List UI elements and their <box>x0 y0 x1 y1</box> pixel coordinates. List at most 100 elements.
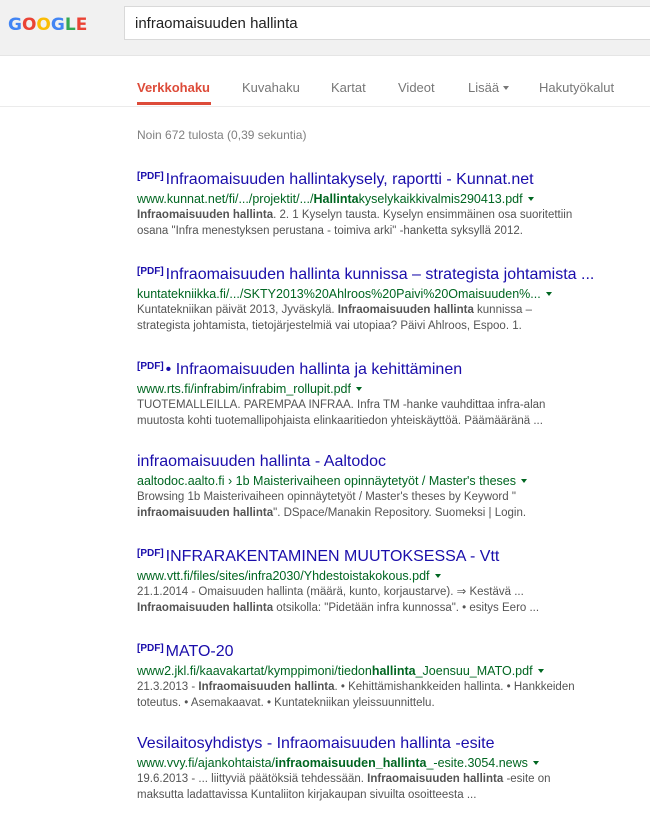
result-url: www2.jkl.fi/kaavakartat/kymppimoni/tiedo… <box>137 663 647 679</box>
result-snippet: Kuntatekniikan päivät 2013, Jyväskylä. I… <box>137 302 647 334</box>
result-title-link[interactable]: Vesilaitosyhdistys - Infraomaisuuden hal… <box>137 733 647 755</box>
url-highlight: hallinta <box>371 664 416 678</box>
url-text: kuntatekniikka.fi/.../SKTY2013%20Ahlroos… <box>137 287 541 301</box>
search-result: [PDF] • Infraomaisuuden hallinta ja kehit… <box>137 356 647 429</box>
tab-lisaa[interactable]: Lisää <box>468 80 510 95</box>
snippet-text: . • Kehittämishankkeiden hallinta. • Han… <box>334 681 575 693</box>
result-url: www.vvy.fi/ajankohtaista/infraomaisuuden… <box>137 755 647 771</box>
caret-down-icon[interactable] <box>545 292 552 296</box>
result-title: Infraomaisuuden hallintakysely, raportti… <box>165 171 534 188</box>
result-title-link[interactable]: [PDF] MATO-20 <box>137 638 647 663</box>
result-snippet: 19.6.2013 - ... liittyviä päätöksiä tehd… <box>137 771 647 803</box>
snippet-highlight: Infraomaisuuden hallinta <box>198 681 335 693</box>
caret-down-icon[interactable] <box>527 197 534 201</box>
snippet-text: -esite on <box>503 773 551 785</box>
url-text: www.rts.fi/infrabim/infrabim_rollupit.pd… <box>137 382 351 396</box>
logo-letter: O <box>21 15 37 35</box>
snippet-text: maksutta ladattavissa Kuntaliiton kirjak… <box>137 789 477 801</box>
caret-down-icon[interactable] <box>537 669 544 673</box>
pdf-badge: [PDF] <box>137 548 164 559</box>
result-url: www.vtt.fi/files/sites/infra2030/Yhdesto… <box>137 568 647 584</box>
result-stats: Noin 672 tulosta (0,39 sekuntia) <box>137 128 307 142</box>
tab-verkkohaku[interactable]: Verkkohaku <box>137 80 210 95</box>
snippet-text: TUOTEMALLEILLA. PAREMPAA INFRAA. Infra T… <box>137 399 546 411</box>
result-title: INFRARAKENTAMINEN MUUTOKSESSA - Vtt <box>165 548 500 565</box>
search-result: [PDF] MATO-20 www2.jkl.fi/kaavakartat/kym… <box>137 638 647 711</box>
snippet-text: 19.6.2013 - ... liittyviä päätöksiä tehd… <box>137 773 368 785</box>
search-tabs: Verkkohaku Kuvahaku Kartat Videot Lisää … <box>0 56 650 107</box>
result-title-link[interactable]: [PDF] Infraomaisuuden hallinta kunnissa –… <box>137 261 647 286</box>
snippet-text: . 2. 1 Kyselyn tausta. Kyselyn ensimmäin… <box>273 209 573 221</box>
result-title: Infraomaisuuden hallinta kunnissa – stra… <box>165 266 595 283</box>
result-title: • Infraomaisuuden hallinta ja kehittämin… <box>165 361 463 378</box>
search-result: Vesilaitosyhdistys - Infraomaisuuden hal… <box>137 733 647 803</box>
snippet-text: Kuntatekniikan päivät 2013, Jyväskylä. <box>137 304 338 316</box>
search-result: [PDF] INFRARAKENTAMINEN MUUTOKSESSA - Vtt… <box>137 543 647 616</box>
tab-kuvahaku[interactable]: Kuvahaku <box>242 80 300 95</box>
result-snippet: 21.1.2014 - Omaisuuden hallinta (määrä, … <box>137 584 647 616</box>
result-url: aaltodoc.aalto.fi › 1b Maisterivaiheen o… <box>137 473 647 489</box>
pdf-badge: [PDF] <box>137 171 164 182</box>
header: GOOGLE <box>0 0 650 56</box>
logo-letter: E <box>75 15 88 35</box>
search-input[interactable] <box>125 7 650 39</box>
result-url: www.kunnat.net/fi/.../projektit/.../Hall… <box>137 191 647 207</box>
url-text: _-esite.3054.news <box>426 756 528 770</box>
tab-videot[interactable]: Videot <box>398 80 435 95</box>
pdf-badge: [PDF] <box>137 643 164 654</box>
result-url: kuntatekniikka.fi/.../SKTY2013%20Ahlroos… <box>137 286 647 302</box>
tab-lisaa-label: Lisää <box>468 80 500 95</box>
url-text: www2.jkl.fi/kaavakartat/kymppimoni/tiedo… <box>137 664 372 678</box>
pdf-badge: [PDF] <box>137 361 164 372</box>
result-snippet: TUOTEMALLEILLA. PAREMPAA INFRAA. Infra T… <box>137 397 647 429</box>
caret-down-icon[interactable] <box>520 479 527 483</box>
search-result: infraomaisuuden hallinta - Aaltodoc aalt… <box>137 451 647 521</box>
result-title-link[interactable]: [PDF] INFRARAKENTAMINEN MUUTOKSESSA - Vtt <box>137 543 647 568</box>
caret-down-icon[interactable] <box>355 387 362 391</box>
url-text: www.vvy.fi/ajankohtaista/ <box>137 756 276 770</box>
snippet-text: muutosta kohti tuotemallipohjaista elink… <box>137 415 543 427</box>
result-url: www.rts.fi/infrabim/infrabim_rollupit.pd… <box>137 381 647 397</box>
caret-down-icon[interactable] <box>532 761 539 765</box>
snippet-text: otsikolla: "Pidetään infra kunnossa". • … <box>273 602 540 614</box>
snippet-text: osana "Infra menestyksen perustana - toi… <box>137 225 523 237</box>
url-text: _Joensuu_MATO.pdf <box>415 664 533 678</box>
search-result: [PDF] Infraomaisuuden hallintakysely, rap… <box>137 166 647 239</box>
tab-kartat[interactable]: Kartat <box>331 80 366 95</box>
result-title: Vesilaitosyhdistys - Infraomaisuuden hal… <box>137 735 495 752</box>
caret-down-icon <box>503 86 510 90</box>
snippet-text: kunnissa – <box>473 304 533 316</box>
snippet-text: ". DSpace/Manakin Repository. Suomeksi |… <box>273 507 527 519</box>
snippet-highlight: Infraomaisuuden hallinta <box>137 602 274 614</box>
snippet-text: 21.3.2013 - <box>137 681 199 693</box>
snippet-text: toteutus. • Asemakaavat. • Kuntatekniika… <box>137 697 435 709</box>
search-result: [PDF] Infraomaisuuden hallinta kunnissa –… <box>137 261 647 334</box>
search-box[interactable] <box>124 6 650 40</box>
results-list: [PDF] Infraomaisuuden hallintakysely, rap… <box>137 166 647 825</box>
snippet-text: Browsing 1b Maisterivaiheen opinnäytetyö… <box>137 491 516 503</box>
result-snippet: Infraomaisuuden hallinta. 2. 1 Kyselyn t… <box>137 207 647 239</box>
logo-letter: O <box>36 15 51 35</box>
url-text: www.kunnat.net/fi/.../projektit/.../ <box>137 192 314 206</box>
url-highlight: Hallinta <box>313 192 359 206</box>
snippet-highlight: Infraomaisuuden hallinta <box>367 773 504 785</box>
google-logo[interactable]: GOOGLE <box>8 14 87 36</box>
result-snippet: 21.3.2013 - Infraomaisuuden hallinta. • … <box>137 679 647 711</box>
snippet-highlight: Infraomaisuuden hallinta <box>137 209 274 221</box>
result-title: MATO-20 <box>165 643 234 660</box>
result-title-link[interactable]: infraomaisuuden hallinta - Aaltodoc <box>137 451 647 473</box>
result-snippet: Browsing 1b Maisterivaiheen opinnäytetyö… <box>137 489 647 521</box>
snippet-highlight: Infraomaisuuden hallinta <box>337 304 474 316</box>
tab-hakutyokalut[interactable]: Hakutyökalut <box>539 80 614 95</box>
snippet-text: strategista johtamista, tietojärjestelmi… <box>137 320 522 332</box>
logo-letter: G <box>8 15 22 35</box>
result-title-link[interactable]: [PDF] Infraomaisuuden hallintakysely, rap… <box>137 166 647 191</box>
url-highlight: infraomaisuuden_hallinta <box>275 756 427 770</box>
url-text: kyselykaikkivalmis290413.pdf <box>358 192 523 206</box>
url-text: www.vtt.fi/files/sites/infra2030/Yhdesto… <box>137 569 430 583</box>
caret-down-icon[interactable] <box>434 574 441 578</box>
pdf-badge: [PDF] <box>137 266 164 277</box>
url-text: aaltodoc.aalto.fi › 1b Maisterivaiheen o… <box>137 474 516 488</box>
logo-letter: G <box>50 15 65 35</box>
result-title-link[interactable]: [PDF] • Infraomaisuuden hallinta ja kehit… <box>137 356 647 381</box>
